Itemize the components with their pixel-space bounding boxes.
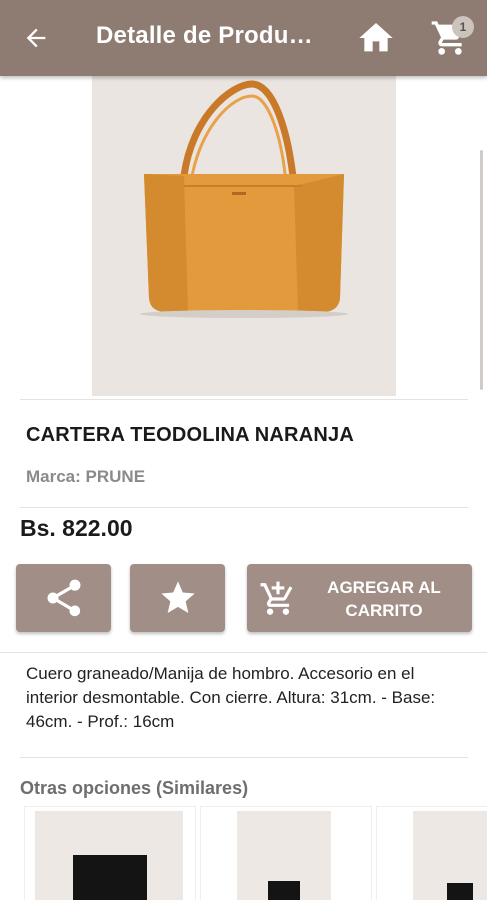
similar-product-card[interactable] bbox=[376, 806, 487, 900]
add-to-cart-label-line2: CARRITO bbox=[345, 601, 423, 620]
add-to-cart-button[interactable]: AGREGAR AL CARRITO bbox=[247, 564, 472, 632]
product-name: CARTERA TEODOLINA NARANJA bbox=[26, 424, 354, 446]
similar-product-image bbox=[413, 811, 487, 900]
similar-product-image bbox=[237, 811, 331, 900]
add-shopping-cart-icon bbox=[260, 581, 293, 615]
back-button[interactable] bbox=[16, 20, 56, 56]
similar-product-card[interactable] bbox=[24, 806, 196, 900]
cart-button[interactable]: 1 bbox=[424, 14, 476, 62]
arrow-left-icon bbox=[26, 28, 46, 48]
orange-tote-bag-image bbox=[140, 80, 348, 318]
product-description: Cuero graneado/Manija de hombro. Accesor… bbox=[26, 664, 436, 731]
black-bag-thumbnail bbox=[447, 883, 473, 900]
similar-product-card[interactable] bbox=[200, 806, 372, 900]
share-icon bbox=[47, 579, 80, 617]
app-bar: Detalle de Produ… 1 bbox=[0, 0, 487, 76]
black-bag-thumbnail bbox=[268, 881, 300, 900]
home-icon bbox=[359, 23, 393, 52]
similar-products-list[interactable] bbox=[20, 806, 487, 900]
star-icon bbox=[160, 581, 195, 613]
divider bbox=[20, 399, 468, 400]
divider bbox=[20, 757, 468, 758]
similar-section-title: Otras opciones (Similares) bbox=[20, 778, 249, 798]
black-bag-thumbnail bbox=[73, 855, 147, 900]
similar-product-image bbox=[35, 811, 183, 900]
add-to-cart-label-line1: AGREGAR AL bbox=[327, 578, 441, 597]
cart-count-badge: 1 bbox=[452, 16, 474, 38]
share-button[interactable] bbox=[16, 564, 111, 632]
favorite-button[interactable] bbox=[130, 564, 225, 632]
scrollbar[interactable] bbox=[480, 150, 483, 390]
page-title: Detalle de Produ… bbox=[96, 22, 313, 49]
add-to-cart-label: AGREGAR AL CARRITO bbox=[309, 576, 459, 622]
divider bbox=[0, 652, 487, 653]
divider bbox=[20, 507, 468, 508]
product-brand: Marca: PRUNE bbox=[26, 467, 146, 486]
product-price: Bs. 822.00 bbox=[20, 515, 133, 541]
home-button[interactable] bbox=[352, 16, 400, 60]
product-image[interactable] bbox=[92, 76, 396, 396]
